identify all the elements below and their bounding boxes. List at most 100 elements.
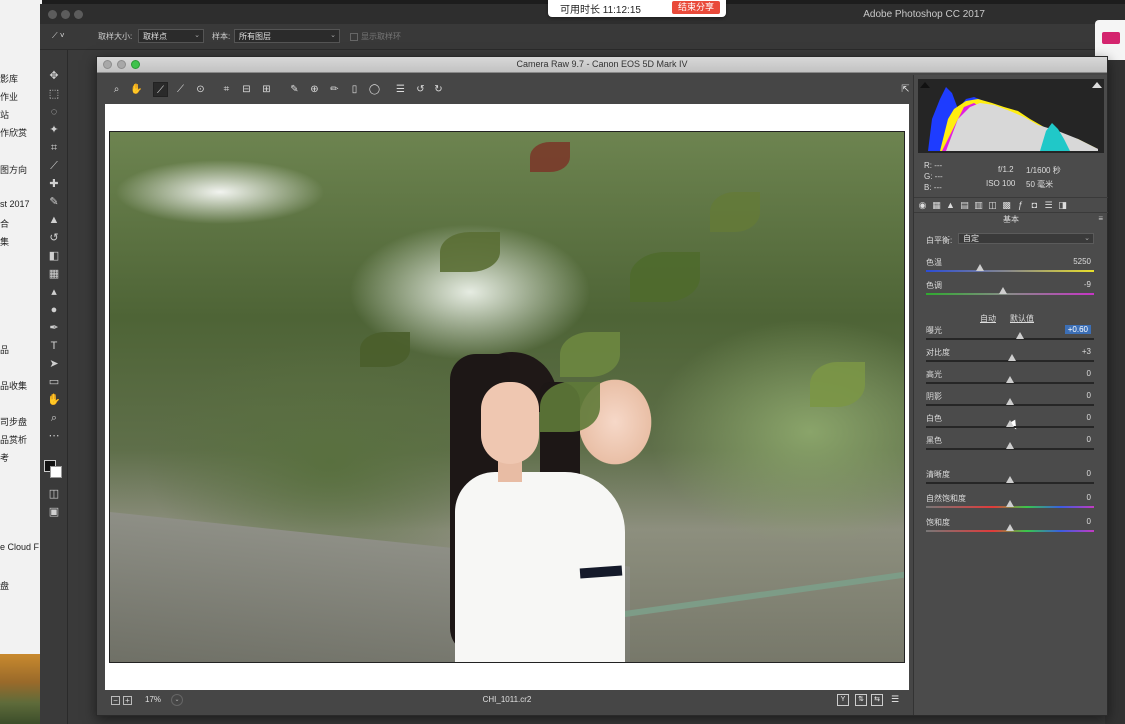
- blur-tool-icon[interactable]: ▴: [46, 284, 62, 300]
- copy-settings-icon[interactable]: ⇆: [871, 694, 883, 706]
- straighten-tool-icon[interactable]: ⊟: [239, 82, 254, 97]
- desktop-item[interactable]: 影库: [0, 72, 18, 85]
- close-button[interactable]: [48, 10, 57, 19]
- zoom-tool-icon[interactable]: ⌕: [46, 410, 62, 426]
- background-color[interactable]: [50, 466, 62, 478]
- slider-thumb[interactable]: [1006, 524, 1014, 531]
- tab-detail-icon[interactable]: ▲: [945, 200, 956, 211]
- magic-wand-tool-icon[interactable]: ✦: [46, 122, 62, 138]
- slider-value-field[interactable]: +0.60: [1064, 325, 1091, 334]
- pen-tool-icon[interactable]: ✒: [46, 320, 62, 336]
- slider-track[interactable]: [926, 354, 1094, 362]
- slider-track[interactable]: [926, 420, 1094, 428]
- eyedropper-icon[interactable]: ⟋ ˅: [52, 31, 65, 41]
- desktop-item[interactable]: 集: [0, 235, 9, 248]
- slider-track[interactable]: [926, 442, 1094, 450]
- slider-value-field[interactable]: 0: [1087, 435, 1091, 444]
- red-eye-icon[interactable]: ⊕: [307, 82, 322, 97]
- slider-track[interactable]: [926, 376, 1094, 384]
- sample-size-select[interactable]: 取样点 ⌄: [138, 29, 204, 43]
- white-balance-tool-icon[interactable]: ⟋: [153, 82, 168, 97]
- zoom-button[interactable]: [74, 10, 83, 19]
- minimize-button[interactable]: [61, 10, 70, 19]
- slider-value-field[interactable]: 0: [1087, 369, 1091, 378]
- slider-thumb[interactable]: [999, 287, 1008, 294]
- slider-value-field[interactable]: 0: [1087, 413, 1091, 422]
- marquee-tool-icon[interactable]: ⬚: [46, 86, 62, 102]
- slider-thumb[interactable]: [975, 264, 984, 271]
- slider-value-field[interactable]: 5250: [1073, 257, 1091, 266]
- sample-select[interactable]: 所有图层 ⌄: [234, 29, 340, 43]
- slider-thumb[interactable]: [1007, 354, 1016, 361]
- lasso-tool-icon[interactable]: ◌: [46, 104, 62, 120]
- slider-track[interactable]: [926, 332, 1094, 340]
- tab-tone-curve-icon[interactable]: ▦: [931, 200, 942, 211]
- desktop-item[interactable]: 作业: [0, 90, 18, 103]
- slider-thumb[interactable]: [1016, 332, 1025, 339]
- targeted-adjust-icon[interactable]: ⊙: [193, 82, 208, 97]
- preferences-icon[interactable]: ☰: [393, 82, 408, 97]
- path-select-icon[interactable]: ➤: [46, 356, 62, 372]
- shape-tool-icon[interactable]: ▭: [46, 374, 62, 390]
- slider-thumb[interactable]: [1006, 420, 1014, 427]
- white-balance-select[interactable]: 自定 ⌄: [958, 233, 1094, 244]
- stamp-tool-icon[interactable]: ▲: [46, 212, 62, 228]
- slider-track[interactable]: [926, 264, 1094, 272]
- show-ring-checkbox[interactable]: 显示取样环: [350, 31, 401, 42]
- slider-thumb[interactable]: [1006, 376, 1014, 383]
- slider-thumb[interactable]: [1006, 500, 1014, 507]
- hand-tool-icon[interactable]: ✋: [46, 392, 62, 408]
- slider-value-field[interactable]: -9: [1084, 280, 1091, 289]
- desktop-item[interactable]: 考: [0, 451, 9, 464]
- desktop-item[interactable]: 作欣赏: [0, 126, 27, 139]
- before-after-y-icon[interactable]: Y: [837, 694, 849, 706]
- desktop-item[interactable]: 图方向: [0, 163, 27, 176]
- screen-mode-icon[interactable]: ▣: [46, 504, 62, 520]
- tab-snapshots-icon[interactable]: ◨: [1057, 200, 1068, 211]
- tab-transform-icon[interactable]: ▩: [1001, 200, 1012, 211]
- crop-tool-icon[interactable]: ⌗: [46, 140, 62, 156]
- more-tools-icon[interactable]: ⋯: [46, 428, 62, 444]
- desktop-item[interactable]: 合: [0, 217, 9, 230]
- desktop-item[interactable]: 品: [0, 343, 9, 356]
- shadow-clipping-icon[interactable]: [920, 82, 930, 88]
- radial-filter-icon[interactable]: ◯: [367, 82, 382, 97]
- dodge-tool-icon[interactable]: ●: [46, 302, 62, 318]
- slider-thumb[interactable]: [1006, 476, 1014, 483]
- slider-value-field[interactable]: 0: [1087, 469, 1091, 478]
- move-tool-icon[interactable]: ✥: [46, 68, 62, 84]
- color-sampler-icon[interactable]: ⟋: [173, 82, 188, 97]
- default-link[interactable]: 默认值: [1010, 313, 1034, 324]
- slider-track[interactable]: [926, 500, 1094, 508]
- spot-removal-icon[interactable]: ✎: [287, 82, 302, 97]
- gradient-tool-icon[interactable]: ▦: [46, 266, 62, 282]
- desktop-item[interactable]: e Cloud F: [0, 542, 39, 552]
- tab-split-toning-icon[interactable]: ▥: [973, 200, 984, 211]
- slider-value-field[interactable]: +3: [1082, 347, 1091, 356]
- tab-effects-icon[interactable]: ƒ: [1015, 200, 1026, 211]
- slider-track[interactable]: [926, 398, 1094, 406]
- fullscreen-icon[interactable]: ⇱: [898, 82, 913, 97]
- desktop-item[interactable]: 站: [0, 108, 9, 121]
- zoom-tool-icon[interactable]: ⌕: [109, 82, 124, 97]
- hand-tool-icon[interactable]: ✋: [129, 82, 144, 97]
- slider-track[interactable]: [926, 524, 1094, 532]
- slider-value-field[interactable]: 0: [1087, 391, 1091, 400]
- swap-settings-icon[interactable]: ⇅: [855, 694, 867, 706]
- brush-tool-icon[interactable]: ✎: [46, 194, 62, 210]
- rotate-right-icon[interactable]: ↻: [431, 82, 446, 97]
- adjustment-brush-icon[interactable]: ✏: [327, 82, 342, 97]
- stop-share-button[interactable]: 结束分享: [671, 1, 720, 14]
- history-brush-icon[interactable]: ↺: [46, 230, 62, 246]
- graduated-filter-icon[interactable]: ▯: [347, 82, 362, 97]
- tab-presets-icon[interactable]: ☰: [1043, 200, 1054, 211]
- quick-mask-icon[interactable]: ◫: [46, 486, 62, 502]
- tab-lens-icon[interactable]: ◫: [987, 200, 998, 211]
- eraser-tool-icon[interactable]: ◧: [46, 248, 62, 264]
- tab-camera-calibration-icon[interactable]: ◘: [1029, 200, 1040, 211]
- transform-tool-icon[interactable]: ⊞: [259, 82, 274, 97]
- desktop-item[interactable]: st 2017: [0, 199, 30, 209]
- crop-tool-icon[interactable]: ⌗: [219, 82, 234, 97]
- desktop-item[interactable]: 品赏析: [0, 433, 27, 446]
- tab-basic-icon[interactable]: ◉: [917, 200, 928, 211]
